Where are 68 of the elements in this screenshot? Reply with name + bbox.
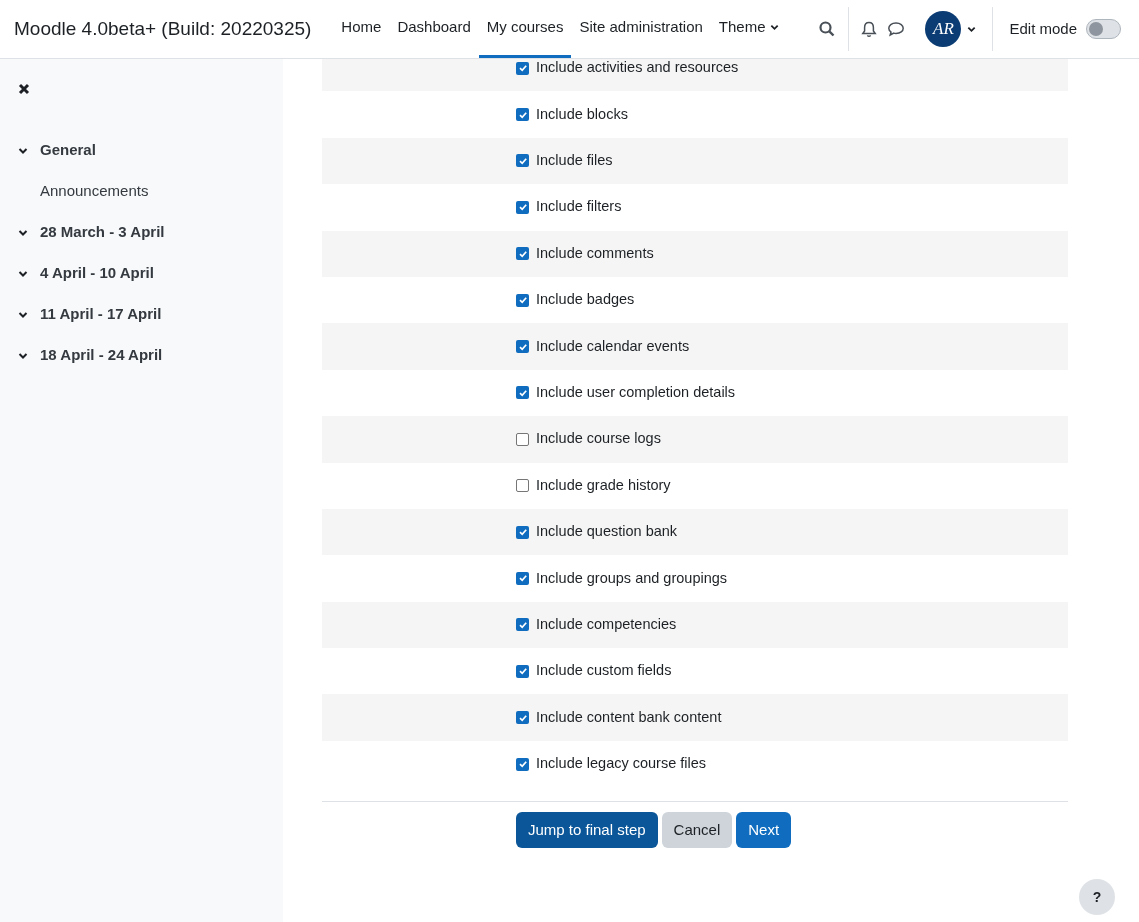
form-button[interactable]: Next [736, 812, 792, 849]
checkbox-label: Include groups and groupings [536, 568, 728, 588]
checkbox[interactable] [516, 757, 529, 771]
checkbox[interactable] [516, 247, 529, 261]
checkbox[interactable] [516, 154, 529, 168]
check-icon [517, 527, 528, 538]
speech-bubble-icon[interactable] [887, 21, 906, 37]
checkbox-label: Include comments [536, 243, 654, 263]
close-icon[interactable] [18, 83, 30, 95]
checkbox-label: Include calendar events [536, 336, 690, 356]
checkbox-label: Include filters [536, 197, 622, 217]
checkbox[interactable] [516, 664, 529, 678]
checkbox[interactable] [516, 108, 529, 122]
checkbox-label: Include content bank content [536, 707, 722, 727]
checkbox[interactable] [516, 340, 529, 354]
check-icon [517, 712, 528, 723]
checkbox-label: Include files [536, 151, 613, 171]
nav-link[interactable]: Dashboard [389, 0, 479, 58]
check-icon [517, 619, 528, 630]
checkbox-label: Include question bank [536, 522, 678, 542]
section-link[interactable]: 11 April - 17 April [40, 303, 162, 326]
checkbox[interactable] [516, 618, 529, 632]
checkbox[interactable] [516, 386, 529, 400]
user-avatar[interactable]: AR [925, 11, 962, 47]
activity-link[interactable]: Announcements [40, 171, 283, 212]
check-icon [517, 248, 528, 259]
check-icon [517, 155, 528, 166]
site-name[interactable]: Moodle 4.0beta+ (Build: 20220325) [14, 14, 312, 44]
nav-link[interactable]: Site administration [571, 0, 711, 58]
check-icon [517, 573, 528, 584]
checkbox[interactable] [516, 200, 529, 214]
help-button[interactable]: ? [1079, 879, 1115, 915]
checkbox[interactable] [516, 525, 529, 539]
checkbox-label: Include competencies [536, 615, 677, 634]
checkbox-label: Include badges [536, 290, 635, 310]
checkbox-label: Include user completion details [536, 383, 736, 403]
checkbox[interactable] [516, 479, 529, 493]
section-link[interactable]: 18 April - 24 April [40, 344, 163, 367]
checkbox[interactable] [516, 432, 529, 446]
bell-icon[interactable] [861, 20, 878, 38]
check-icon [517, 63, 528, 74]
section-link[interactable]: 28 March - 3 April [40, 221, 165, 244]
check-icon [517, 295, 528, 306]
check-icon [517, 387, 528, 398]
check-icon [517, 341, 528, 352]
section-link[interactable]: General [40, 139, 96, 162]
checkbox[interactable] [516, 293, 529, 307]
checkbox-label: Include blocks [536, 104, 628, 124]
check-icon [517, 759, 528, 770]
search-icon[interactable] [819, 21, 836, 37]
edit-mode-label: Edit mode [1009, 18, 1077, 39]
checkbox[interactable] [516, 61, 529, 75]
checkbox-label: Include grade history [536, 475, 671, 495]
nav-link[interactable]: Theme [710, 0, 787, 58]
checkbox[interactable] [516, 572, 529, 585]
edit-mode-switch[interactable] [1086, 19, 1121, 39]
check-icon [517, 666, 528, 677]
checkbox-label: Include custom fields [536, 661, 672, 681]
check-icon [517, 202, 528, 213]
checkbox-label: Include course logs [536, 429, 661, 449]
checkbox-label: Include legacy course files [536, 754, 707, 774]
nav-link[interactable]: Home [333, 0, 390, 58]
section-link[interactable]: 4 April - 10 April [40, 262, 154, 285]
form-button[interactable]: Jump to final step [516, 812, 658, 849]
check-icon [517, 109, 528, 120]
checkbox[interactable] [516, 711, 529, 725]
form-button[interactable]: Cancel [661, 812, 733, 849]
checkbox-label: Include activities and resources [536, 59, 739, 78]
